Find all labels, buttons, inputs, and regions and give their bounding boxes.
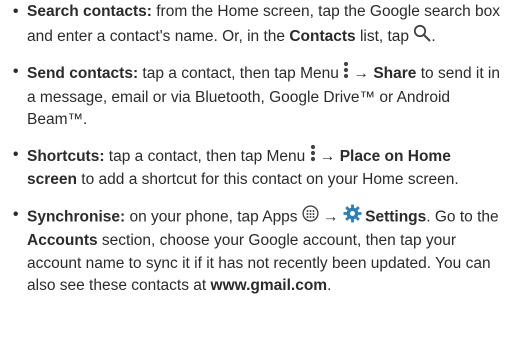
bullet: •: [13, 63, 19, 80]
bullet: •: [13, 145, 19, 163]
settings-gear-icon: [343, 203, 362, 231]
accounts-keyword: Accounts: [27, 232, 98, 249]
help-page: • Search contacts: from the Home screen,…: [0, 0, 506, 360]
tip-text: on your phone, tap Apps: [125, 207, 302, 225]
tip-title: Shortcuts:: [27, 147, 105, 165]
search-icon: [413, 24, 431, 50]
tip-search-contacts: • Search contacts: from the Home screen,…: [13, 1, 503, 49]
tip-send-contacts: • Send contacts: tap a contact, then tap…: [13, 61, 503, 132]
share-keyword: Share: [373, 64, 417, 82]
bullet: •: [13, 3, 19, 20]
tip-synchronise: • Synchronise: on your phone, tap Apps →…: [13, 203, 503, 298]
tip-text: tap a contact, then tap Menu: [138, 64, 344, 82]
tip-shortcuts: • Shortcuts: tap a contact, then tap Men…: [13, 144, 503, 192]
tip-title: Send contacts:: [27, 64, 139, 82]
tip-title: Search contacts:: [27, 3, 152, 20]
arrow: →: [318, 207, 343, 225]
arrow: →: [349, 64, 374, 82]
bullet: •: [13, 205, 19, 223]
settings-keyword: Settings: [365, 207, 427, 225]
tip-text: tap a contact, then tap Menu: [104, 147, 310, 165]
apps-icon: [302, 204, 319, 230]
tip-text: list, tap: [355, 27, 414, 45]
contacts-keyword: Contacts: [289, 27, 356, 45]
tip-title: Synchronise:: [27, 207, 126, 225]
tip-text: to add a shortcut for this contact on yo…: [76, 171, 459, 188]
tip-text: .: [327, 277, 332, 294]
contacts-tips-list: • Search contacts: from the Home screen,…: [13, 1, 503, 310]
arrow: →: [315, 147, 340, 165]
tip-text: . Go to the: [426, 207, 499, 225]
gmail-link[interactable]: www.gmail.com: [211, 277, 328, 294]
tip-text: .: [431, 27, 436, 45]
